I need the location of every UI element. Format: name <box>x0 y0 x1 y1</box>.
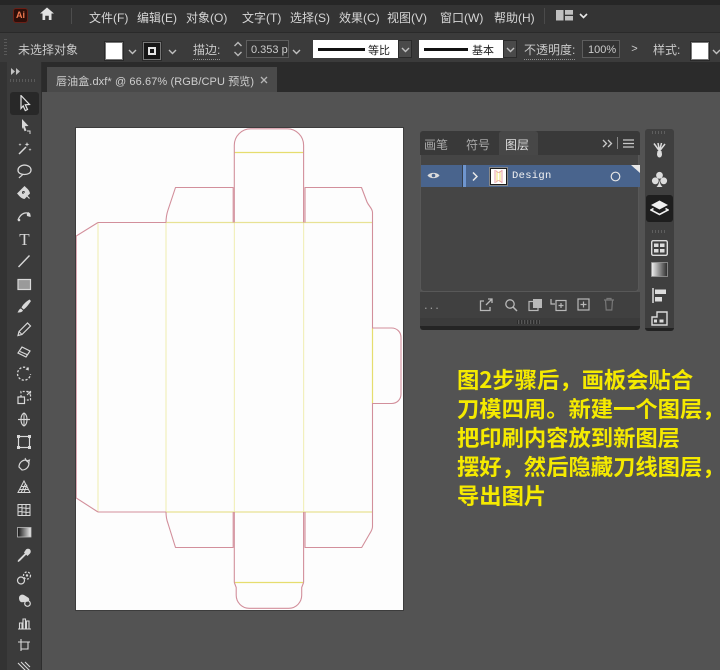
svg-text:T: T <box>19 231 30 248</box>
